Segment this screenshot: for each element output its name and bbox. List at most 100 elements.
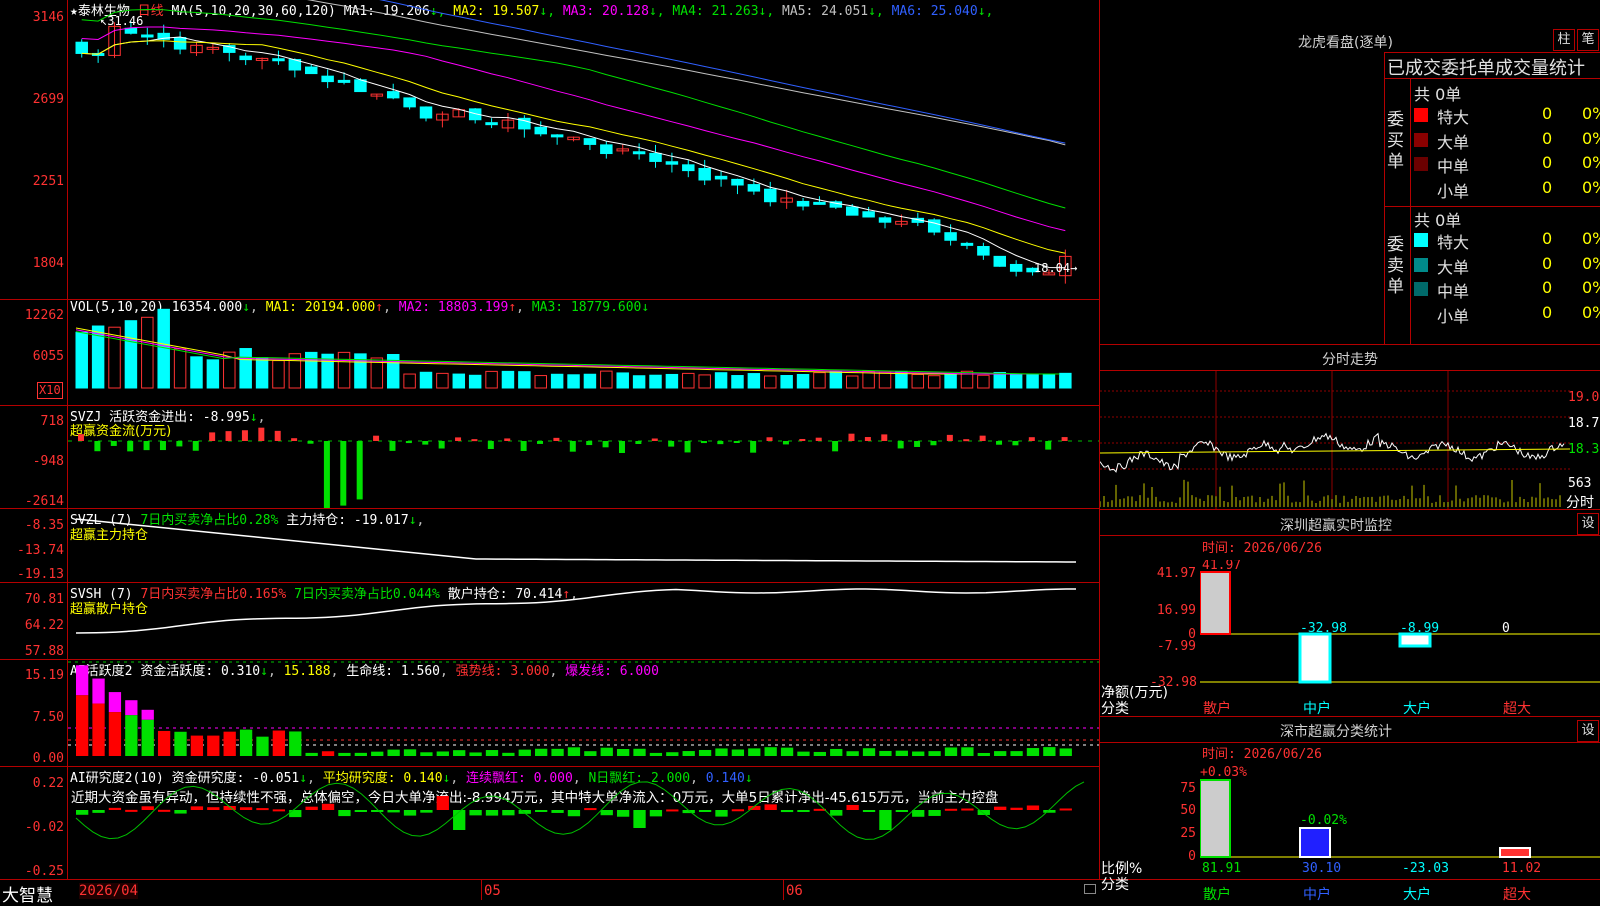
ai-active-bar bbox=[584, 751, 597, 756]
flow-bar bbox=[274, 430, 281, 441]
order-type-label: 中单 bbox=[1437, 157, 1470, 176]
order-row[interactable]: 特大 0 0% bbox=[1412, 104, 1600, 127]
volume-bar bbox=[632, 375, 646, 389]
volume-bar bbox=[173, 348, 187, 389]
volume-bar bbox=[468, 374, 482, 389]
sz-monitor-category: 大户 bbox=[1403, 701, 1431, 717]
research-bar bbox=[764, 804, 777, 810]
ai-active-bar bbox=[92, 703, 105, 756]
ai-active-bar bbox=[1059, 748, 1072, 756]
flow-bar bbox=[373, 435, 380, 441]
order-row[interactable]: 中单 0 0% bbox=[1412, 153, 1600, 176]
research-bar bbox=[76, 810, 89, 815]
candlestick-chart[interactable] bbox=[68, 0, 1099, 299]
research-bar bbox=[190, 806, 204, 810]
research-bar bbox=[862, 810, 876, 812]
bar-mode-button[interactable]: 柱 bbox=[1553, 29, 1575, 51]
order-count: 0 bbox=[1542, 104, 1553, 123]
order-color-swatch bbox=[1414, 306, 1428, 321]
order-color-swatch bbox=[1414, 282, 1428, 296]
volume-bar bbox=[796, 373, 810, 389]
candle-body bbox=[272, 58, 285, 62]
candle-body bbox=[796, 200, 810, 207]
sz-monitor-value: -8.99 bbox=[1400, 621, 1439, 636]
research-bar bbox=[207, 807, 220, 810]
order-type-label: 特大 bbox=[1437, 108, 1470, 127]
volume-bar bbox=[337, 351, 351, 389]
order-row[interactable]: 大单 0 0% bbox=[1412, 254, 1600, 277]
volume-bar bbox=[386, 353, 400, 389]
ai-active-bar bbox=[830, 748, 843, 756]
research-bar bbox=[1010, 807, 1023, 810]
intraday-chart[interactable] bbox=[1100, 371, 1570, 509]
research-bar bbox=[551, 810, 564, 813]
volume-bar bbox=[665, 373, 679, 389]
vol-unit-badge[interactable]: X10 bbox=[37, 382, 63, 399]
order-row[interactable]: 小单 0 0% bbox=[1412, 303, 1600, 326]
flow-bar bbox=[1061, 437, 1068, 441]
research-bar bbox=[354, 810, 367, 812]
sell-orders-label: 委卖单 bbox=[1387, 235, 1404, 297]
research-bar bbox=[780, 810, 794, 813]
x-month-06: 06 bbox=[786, 883, 803, 899]
flow-bar bbox=[586, 441, 593, 446]
order-pct: 0% bbox=[1582, 153, 1600, 172]
ai-active-bar bbox=[928, 751, 941, 756]
volume-bar bbox=[927, 375, 941, 389]
lock-icon[interactable] bbox=[1084, 884, 1096, 894]
ai-active-bar bbox=[190, 735, 204, 756]
order-row[interactable]: 小单 0 0% bbox=[1412, 178, 1600, 201]
ai-active-bar bbox=[797, 751, 810, 756]
research-bar bbox=[272, 809, 286, 812]
candle-body bbox=[878, 217, 892, 223]
volume-bar bbox=[731, 375, 744, 389]
divider-bottom bbox=[0, 879, 1600, 880]
volume-bar bbox=[682, 372, 695, 389]
flow-bar bbox=[832, 441, 839, 452]
order-row[interactable]: 特大 0 0% bbox=[1412, 229, 1600, 252]
order-row[interactable]: 中单 0 0% bbox=[1412, 278, 1600, 301]
sz-retail-bar bbox=[1200, 571, 1231, 635]
sz-monitor-title: 深圳超赢实时监控 bbox=[1280, 518, 1392, 534]
flow-bar bbox=[864, 437, 871, 441]
price-y-label: 3146 bbox=[32, 10, 64, 25]
volume-bar bbox=[419, 371, 433, 389]
sz-monitor-settings-button[interactable]: 设 bbox=[1577, 513, 1599, 535]
szc-super-bar bbox=[1499, 847, 1531, 858]
candle-body bbox=[354, 79, 367, 93]
research-bar bbox=[977, 810, 990, 815]
research-bar bbox=[338, 810, 351, 817]
sz-monitor-value: -32.98 bbox=[1300, 621, 1347, 636]
tick-mode-button[interactable]: 笔 bbox=[1577, 29, 1599, 51]
research-bar bbox=[387, 810, 400, 813]
volume-bar bbox=[206, 359, 220, 389]
candle-body bbox=[747, 184, 761, 192]
volume-bar bbox=[649, 374, 662, 389]
ai-burst-bar bbox=[141, 709, 154, 720]
ai-active-bar bbox=[371, 751, 384, 756]
order-row[interactable]: 大单 0 0% bbox=[1412, 129, 1600, 152]
research-bar bbox=[879, 810, 892, 830]
research-bar bbox=[305, 806, 318, 810]
volume-bar bbox=[1026, 373, 1039, 389]
flow-bar bbox=[897, 441, 904, 449]
ai-active-bar bbox=[207, 735, 220, 756]
ai-active-bar bbox=[518, 749, 531, 756]
brand-logo[interactable]: 大智慧 bbox=[2, 881, 53, 906]
flow-bar bbox=[700, 441, 707, 444]
dragon-subtitle: 已成交委托单成交量统计 bbox=[1387, 58, 1585, 79]
flow-bar bbox=[1045, 441, 1052, 450]
research-bar bbox=[239, 807, 253, 810]
flow-bar bbox=[504, 438, 511, 441]
flow-bar bbox=[848, 433, 855, 441]
flow-bar bbox=[946, 434, 953, 441]
research-bar bbox=[567, 810, 581, 817]
volume-bar bbox=[75, 331, 88, 389]
research-bar bbox=[157, 809, 171, 812]
szc-top-value: +0.03% bbox=[1200, 765, 1247, 780]
sz-monitor-category: 中户 bbox=[1303, 701, 1331, 717]
ai-active-bar bbox=[108, 712, 122, 756]
volume-bar bbox=[600, 370, 613, 389]
sz-classify-settings-button[interactable]: 设 bbox=[1577, 720, 1599, 742]
buy-orders-label: 委买单 bbox=[1387, 110, 1404, 172]
